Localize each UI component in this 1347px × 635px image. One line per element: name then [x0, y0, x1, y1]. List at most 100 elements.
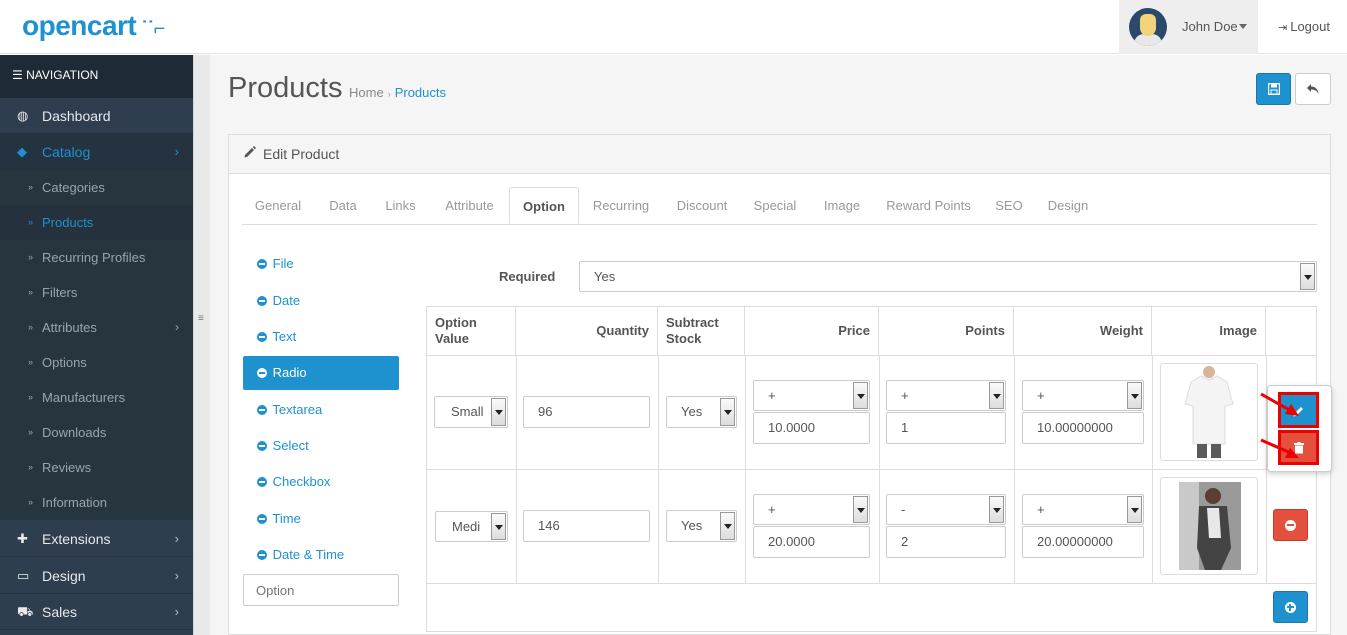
sidebar-sub-downloads[interactable]: » Downloads [0, 415, 193, 450]
sidebar-item-design[interactable]: ▭ Design › [0, 558, 193, 594]
price-input[interactable]: 20.0000 [753, 526, 870, 558]
bars-icon: ☰ [12, 68, 27, 82]
select-arrow-icon [720, 512, 735, 540]
price-input[interactable]: 10.0000 [753, 412, 870, 444]
add-option-value-button[interactable] [1273, 591, 1308, 623]
sidebar-sub-products[interactable]: » Products [0, 205, 193, 240]
column-header-price: Price [745, 307, 879, 355]
minus-circle-icon [1285, 520, 1296, 531]
points-prefix-select[interactable]: + [886, 380, 1006, 411]
minus-circle-icon[interactable] [257, 368, 267, 378]
option-image-thumbnail[interactable] [1160, 363, 1258, 461]
opencart-logo[interactable]: opencart ˙˙⌐ [22, 10, 165, 42]
tab-general[interactable]: General [242, 187, 314, 224]
back-button[interactable] [1295, 73, 1331, 105]
weight-prefix-select[interactable]: + [1022, 380, 1144, 411]
angle-right-icon: » [28, 252, 34, 262]
option-value-table: Option Value Quantity Subtract Stock Pri… [426, 306, 1317, 632]
minus-circle-icon[interactable] [257, 550, 267, 560]
sidebar-splitter[interactable]: ≡ [193, 55, 210, 635]
sidebar-item-sales[interactable]: ⛟ Sales › [0, 594, 193, 630]
sidebar-sub-reviews[interactable]: » Reviews [0, 450, 193, 485]
floppy-icon [1268, 83, 1280, 95]
sidebar-sub-information[interactable]: » Information [0, 485, 193, 520]
tab-attribute[interactable]: Attribute [432, 187, 507, 224]
minus-circle-icon[interactable] [257, 477, 267, 487]
option-date[interactable]: Date [243, 284, 399, 318]
points-input[interactable]: 2 [886, 526, 1006, 558]
minus-circle-icon[interactable] [257, 296, 267, 306]
sidebar-item-extensions[interactable]: ✚ Extensions › [0, 521, 193, 557]
chevron-right-icon: › [175, 320, 179, 334]
angle-right-icon: » [28, 357, 34, 367]
sidebar-sub-manufacturers[interactable]: » Manufacturers [0, 380, 193, 415]
option-image-thumbnail[interactable] [1160, 477, 1258, 575]
column-header-option-value: Option Value [427, 307, 516, 355]
option-select[interactable]: Select [243, 429, 399, 463]
save-button[interactable] [1256, 73, 1291, 105]
option-textarea[interactable]: Textarea [243, 393, 399, 427]
product-tabs: General Data Links Attribute Option Recu… [242, 187, 1317, 225]
sidebar-sub-categories[interactable]: » Categories [0, 170, 193, 205]
option-checkbox[interactable]: Checkbox [243, 465, 399, 499]
price-prefix-select[interactable]: + [753, 494, 870, 525]
minus-circle-icon[interactable] [257, 332, 267, 342]
tab-seo[interactable]: SEO [988, 187, 1030, 224]
weight-input[interactable]: 20.00000000 [1022, 526, 1144, 558]
minus-circle-icon[interactable] [257, 441, 267, 451]
option-date-time[interactable]: Date & Time [243, 538, 399, 572]
user-menu[interactable]: John Doe [1119, 0, 1258, 54]
breadcrumb-home[interactable]: Home [349, 85, 384, 100]
angle-right-icon: » [28, 287, 34, 297]
option-radio[interactable]: Radio [243, 356, 399, 390]
sidebar-sub-options[interactable]: » Options [0, 345, 193, 380]
tab-data[interactable]: Data [318, 187, 368, 224]
tab-special[interactable]: Special [745, 187, 805, 224]
remove-option-value-button[interactable] [1273, 509, 1308, 541]
tab-design[interactable]: Design [1040, 187, 1096, 224]
tab-discount[interactable]: Discount [668, 187, 736, 224]
grip-icon: ≡ [198, 313, 204, 324]
select-arrow-icon [491, 398, 506, 426]
required-select[interactable]: Yes [579, 261, 1317, 292]
points-input[interactable]: 1 [886, 412, 1006, 444]
sidebar-sub-recurring-profiles[interactable]: » Recurring Profiles [0, 240, 193, 275]
price-prefix-select[interactable]: + [753, 380, 870, 411]
quantity-input[interactable]: 146 [523, 510, 650, 542]
minus-circle-icon[interactable] [257, 259, 267, 269]
tab-links[interactable]: Links [373, 187, 428, 224]
tab-recurring[interactable]: Recurring [585, 187, 657, 224]
option-autocomplete-input[interactable] [243, 574, 399, 606]
logout-link[interactable]: ⇥ Logout [1278, 19, 1330, 34]
subtract-stock-select[interactable]: Yes [666, 510, 737, 542]
breadcrumb-products[interactable]: Products [395, 85, 446, 100]
tab-image[interactable]: Image [815, 187, 869, 224]
tab-option[interactable]: Option [509, 187, 579, 224]
sidebar-item-dashboard[interactable]: ◍ Dashboard [0, 98, 193, 134]
weight-prefix-select[interactable]: + [1022, 494, 1144, 525]
sidebar-item-catalog[interactable]: ◆ Catalog › [0, 134, 193, 170]
option-value-select[interactable]: Medi [435, 511, 508, 542]
breadcrumb-separator-icon: › [387, 89, 391, 99]
subtract-stock-select[interactable]: Yes [666, 396, 737, 428]
points-prefix-select[interactable]: - [886, 494, 1006, 525]
tab-reward-points[interactable]: Reward Points [882, 187, 975, 224]
user-name: John Doe [1182, 19, 1238, 34]
angle-right-icon: » [28, 182, 34, 192]
page-title: Products [228, 72, 343, 104]
column-header-subtract-stock: Subtract Stock [658, 307, 745, 355]
quantity-input[interactable]: 96 [523, 396, 650, 428]
tshirt-image [1184, 366, 1234, 458]
option-value-select[interactable]: Small [434, 396, 508, 428]
select-arrow-icon [720, 398, 735, 426]
minus-circle-icon[interactable] [257, 405, 267, 415]
option-file[interactable]: File [243, 247, 399, 281]
weight-input[interactable]: 10.00000000 [1022, 412, 1144, 444]
option-time[interactable]: Time [243, 502, 399, 536]
option-text[interactable]: Text [243, 320, 399, 354]
sidebar-sub-filters[interactable]: » Filters [0, 275, 193, 310]
select-arrow-icon [1127, 382, 1142, 409]
minus-circle-icon[interactable] [257, 514, 267, 524]
sign-out-icon: ⇥ [1278, 22, 1288, 34]
sidebar-sub-attributes[interactable]: » Attributes › [0, 310, 193, 345]
